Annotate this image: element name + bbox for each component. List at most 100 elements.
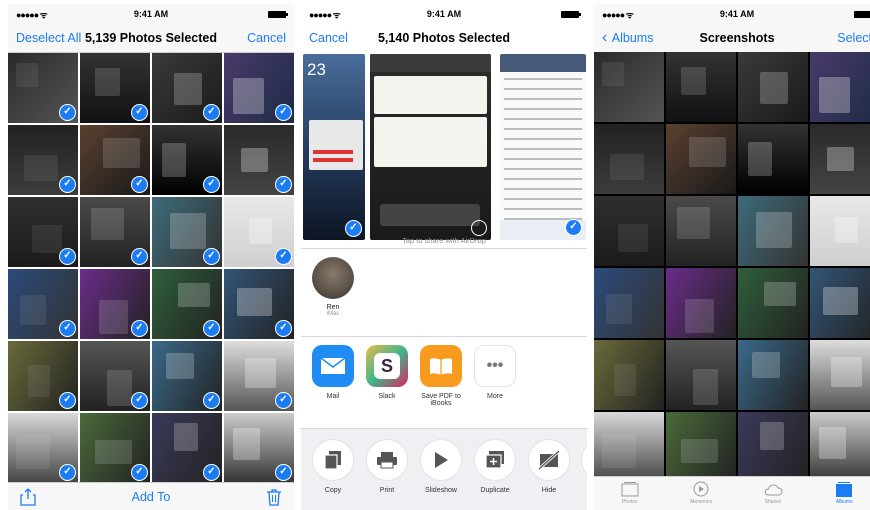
selected-check-icon: ✓	[275, 464, 292, 481]
selected-check-icon: ✓	[59, 104, 76, 121]
preview-transcript[interactable]: ✓	[500, 54, 586, 240]
photo-thumbnail[interactable]	[810, 412, 870, 482]
photo-thumbnail[interactable]: ✓	[80, 269, 150, 339]
photo-thumbnail[interactable]	[666, 340, 736, 410]
photo-thumbnail[interactable]	[810, 340, 870, 410]
more-actions-icon[interactable]	[581, 439, 587, 481]
thumbnail-figure	[99, 300, 128, 334]
cancel-button[interactable]: Cancel	[309, 31, 348, 45]
app-ibooks[interactable]: Save PDF to iBooks	[413, 345, 469, 407]
photo-thumbnail[interactable]: ✓	[80, 125, 150, 195]
add-to-button[interactable]: Add To	[132, 490, 171, 504]
select-button[interactable]: Select	[837, 31, 870, 45]
photo-preview-strip[interactable]: 23 ✓ ✓ Tap to share with AirDrop	[301, 52, 587, 248]
selected-check-icon: ✓	[131, 392, 148, 409]
action-duplicate[interactable]: Duplicate	[467, 439, 523, 494]
preview-lockscreen[interactable]: 23 ✓	[303, 54, 365, 240]
photo-thumbnail[interactable]: ✓	[224, 341, 294, 411]
thumbnail-figure	[685, 299, 714, 333]
tab-memories[interactable]: Memories	[671, 481, 731, 505]
photo-thumbnail[interactable]: ✓	[8, 413, 78, 483]
photo-thumbnail[interactable]	[594, 340, 664, 410]
photo-thumbnail[interactable]: ✓	[152, 197, 222, 267]
thumbnail-figure	[764, 282, 796, 306]
app-mail[interactable]: Mail	[305, 345, 361, 400]
contact-device: iMac	[326, 311, 340, 317]
photo-thumbnail[interactable]	[594, 52, 664, 122]
photo-thumbnail[interactable]	[666, 124, 736, 194]
photo-thumbnail[interactable]	[810, 52, 870, 122]
photo-thumbnail[interactable]	[738, 52, 808, 122]
photo-thumbnail[interactable]: ✓	[8, 53, 78, 123]
photo-thumbnail[interactable]: ✓	[80, 341, 150, 411]
photo-thumbnail[interactable]: ✓	[8, 125, 78, 195]
photo-thumbnail[interactable]: ✓	[224, 125, 294, 195]
photo-thumbnail[interactable]: ✓	[80, 413, 150, 483]
thumbnail-figure	[819, 427, 846, 459]
battery-icon	[854, 10, 870, 18]
photo-thumbnail[interactable]	[738, 340, 808, 410]
share-icon[interactable]	[20, 487, 36, 506]
trash-icon[interactable]	[266, 488, 282, 506]
thumbnail-figure	[693, 369, 718, 405]
photo-thumbnail[interactable]	[738, 268, 808, 338]
photo-thumbnail[interactable]: ✓	[224, 197, 294, 267]
action-slideshow[interactable]: Slideshow	[413, 439, 469, 494]
selected-check-icon: ✓	[59, 392, 76, 409]
photo-thumbnail[interactable]: ✓	[8, 197, 78, 267]
app-label: Mail	[326, 393, 340, 400]
photo-thumbnail[interactable]: ✓	[8, 269, 78, 339]
photo-thumbnail[interactable]: ✓	[224, 53, 294, 123]
photo-thumbnail[interactable]: ✓	[80, 197, 150, 267]
thumbnail-figure	[827, 147, 854, 171]
photo-thumbnail[interactable]	[594, 124, 664, 194]
photo-thumbnail[interactable]: ✓	[224, 413, 294, 483]
airdrop-contact[interactable]: Ren iMac	[311, 257, 355, 317]
action-copy[interactable]: Copy	[305, 439, 361, 494]
photo-thumbnail[interactable]	[666, 268, 736, 338]
app-label: More	[487, 393, 503, 400]
tab-label: Shared	[764, 499, 781, 505]
selected-check-icon: ✓	[203, 248, 220, 265]
action-hide[interactable]: Hide	[521, 439, 577, 494]
copy-icon	[312, 439, 354, 481]
photo-thumbnail[interactable]: ✓	[152, 341, 222, 411]
selected-check-icon: ✓	[203, 464, 220, 481]
nav-bar: Cancel 5,140 Photos Selected	[301, 24, 587, 52]
contact-name: Ren	[326, 304, 340, 311]
photo-thumbnail[interactable]	[666, 52, 736, 122]
thumbnail-figure	[752, 352, 780, 378]
photo-thumbnail[interactable]: ✓	[8, 341, 78, 411]
photo-thumbnail[interactable]	[738, 124, 808, 194]
deselect-all-button[interactable]: Deselect All	[16, 31, 81, 45]
photo-thumbnail[interactable]: ✓	[152, 125, 222, 195]
app-more[interactable]: ••• More	[467, 345, 523, 400]
cancel-button[interactable]: Cancel	[247, 31, 286, 45]
photo-thumbnail[interactable]: ✓	[152, 413, 222, 483]
photo-thumbnail[interactable]	[594, 196, 664, 266]
photo-thumbnail[interactable]	[810, 268, 870, 338]
app-slack[interactable]: S Slack	[359, 345, 415, 400]
action-print[interactable]: Print	[359, 439, 415, 494]
tab-albums[interactable]: Albums	[814, 481, 870, 505]
photo-thumbnail[interactable]: ✓	[80, 53, 150, 123]
photo-thumbnail[interactable]	[738, 196, 808, 266]
photo-thumbnail[interactable]	[594, 268, 664, 338]
photo-thumbnail[interactable]	[810, 196, 870, 266]
tab-shared[interactable]: Shared	[743, 481, 803, 505]
tab-photos[interactable]: Photos	[600, 481, 660, 505]
photo-thumbnail[interactable]: ✓	[152, 269, 222, 339]
share-sheet-screen: ●●●●● ᯤ 9:41 AM Cancel 5,140 Photos Sele…	[301, 4, 587, 510]
photo-thumbnail[interactable]: ✓	[152, 53, 222, 123]
albums-back-button[interactable]: ‹ Albums	[602, 29, 653, 47]
photo-thumbnail[interactable]	[738, 412, 808, 482]
nav-bar: Deselect All 5,139 Photos Selected Cance…	[8, 24, 294, 52]
action-label: Copy	[324, 487, 342, 494]
photo-thumbnail[interactable]	[666, 196, 736, 266]
photo-thumbnail[interactable]	[666, 412, 736, 482]
photo-thumbnail[interactable]	[810, 124, 870, 194]
status-bar: ●●●●● ᯤ 9:41 AM	[594, 4, 870, 24]
preview-conversation[interactable]	[370, 54, 491, 240]
photo-thumbnail[interactable]: ✓	[224, 269, 294, 339]
photo-thumbnail[interactable]	[594, 412, 664, 482]
